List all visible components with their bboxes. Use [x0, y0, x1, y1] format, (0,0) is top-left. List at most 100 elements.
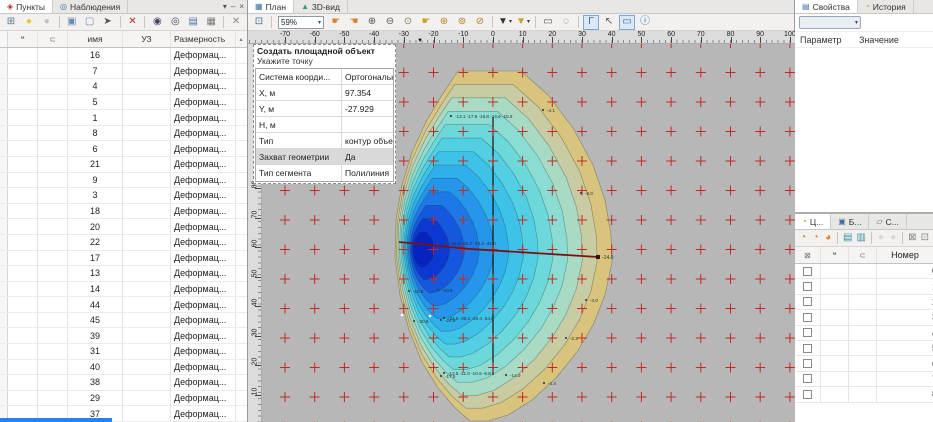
dialog-row[interactable]: H, м	[256, 117, 393, 133]
attachment-icon[interactable]: ⊂	[849, 247, 877, 263]
scroll-up-icon[interactable]: ▴	[236, 31, 246, 47]
table-row[interactable]: 29Деформац...	[0, 391, 247, 407]
comment-icon[interactable]: ❝	[8, 31, 38, 47]
zoom-in-icon[interactable]: ⊕	[364, 15, 380, 30]
select-rect-icon[interactable]: ▭	[540, 15, 556, 30]
minimize-button[interactable]: –	[231, 2, 235, 11]
table-row[interactable]: 45Деформац...	[0, 313, 247, 329]
settings-tools-icon[interactable]: ✕	[228, 15, 244, 30]
tab-Б[interactable]: ▣Б...	[831, 214, 869, 229]
table-row[interactable]: 3Деформац...	[0, 188, 247, 204]
table-row[interactable]: 17Деформац...	[0, 251, 247, 267]
select-lasso-icon[interactable]: ◌	[558, 15, 574, 30]
table-row[interactable]: 7Деформац...	[0, 64, 247, 80]
cycle-icon[interactable]: ◔	[798, 231, 808, 246]
cycle-row[interactable]: 4	[795, 326, 933, 341]
filter-settings-icon[interactable]: ▼▾	[515, 15, 531, 30]
fit-view-icon[interactable]: ⊡	[251, 15, 267, 30]
table-row[interactable]: 9Деформац...	[0, 173, 247, 189]
dialog-row[interactable]: Тип сегментаПолилиния	[256, 165, 393, 181]
dialog-row[interactable]: X, м97.354	[256, 85, 393, 101]
cycle-next-icon[interactable]: ◕	[823, 231, 833, 246]
select-all-icon[interactable]: ⊠	[795, 247, 821, 263]
cycle-row[interactable]: 7	[795, 372, 933, 387]
tab-3Dвид[interactable]: ▲3D-вид	[294, 0, 348, 13]
dialog-row[interactable]: Система коорди...Ортогональная	[256, 69, 393, 85]
snap-cursor-icon[interactable]: ↖	[601, 15, 617, 30]
dialog-row[interactable]: Y, м-27.929	[256, 101, 393, 117]
tab-План[interactable]: ▦План	[248, 0, 294, 13]
delete-icon[interactable]: ✕	[125, 15, 141, 30]
lamp-off-icon[interactable]: ●	[39, 15, 55, 30]
column-header-uz[interactable]: УЗ	[123, 31, 171, 47]
find-select-icon[interactable]: ◎	[167, 15, 183, 30]
column-header-number[interactable]: Номер	[877, 247, 933, 263]
tab-Ц[interactable]: ◔Ц...	[795, 214, 831, 229]
table-row[interactable]: 1Деформац...	[0, 110, 247, 126]
zoom-all-icon[interactable]: ⊘	[472, 15, 488, 30]
row-checkbox[interactable]	[803, 328, 812, 337]
zoom-level-combobox[interactable]: 59%▾	[278, 16, 324, 29]
table-row[interactable]: 4Деформац...	[0, 79, 247, 95]
cycle-row[interactable]: 3	[795, 310, 933, 325]
cycle-row[interactable]: 2	[795, 295, 933, 310]
select-all-icon[interactable]: ⊠	[907, 231, 917, 246]
cycle-row[interactable]: 8	[795, 387, 933, 402]
table-row[interactable]: 6Деформац...	[0, 141, 247, 157]
table-row[interactable]: 8Деформац...	[0, 126, 247, 142]
filter-icon[interactable]: ▼▾	[497, 15, 513, 30]
layer-up-icon[interactable]: ▤	[842, 231, 853, 246]
attachment-icon[interactable]: ⊂	[38, 31, 68, 47]
table-row[interactable]: 40Деформац...	[0, 360, 247, 376]
select-remove-icon[interactable]: ▢	[82, 15, 98, 30]
layers-select-icon[interactable]: ⊞	[3, 15, 19, 30]
table-row[interactable]: 13Деформац...	[0, 266, 247, 282]
close-button[interactable]: ×	[239, 2, 244, 11]
table-grid-icon[interactable]: ▦	[203, 15, 219, 30]
lamp-on-icon[interactable]: ●	[21, 15, 37, 30]
layer-down-icon[interactable]: ▥	[855, 231, 866, 246]
dialog-row-value[interactable]: -27.929	[342, 104, 393, 114]
pan-drag-icon[interactable]: ☛	[418, 15, 434, 30]
row-checkbox[interactable]	[803, 359, 812, 368]
info-icon[interactable]: ⓘ	[637, 15, 653, 30]
ortho-corner-icon[interactable]: Γ	[583, 15, 599, 30]
table-row[interactable]: 22Деформац...	[0, 235, 247, 251]
column-header-dimension[interactable]: Размерность	[171, 31, 236, 47]
tab-Пункты[interactable]: ◈Пункты	[0, 0, 53, 13]
tab-Свойства[interactable]: ▤Свойства	[795, 0, 858, 13]
row-checkbox[interactable]	[803, 267, 812, 276]
lamp-off-icon[interactable]: ●	[888, 231, 898, 246]
pin-button[interactable]: ▾	[223, 2, 227, 11]
row-checkbox[interactable]	[803, 344, 812, 353]
column-header-name[interactable]: имя	[68, 31, 123, 47]
select-add-icon[interactable]: ▣	[64, 15, 80, 30]
horizontal-scrollbar[interactable]	[0, 418, 112, 422]
dialog-row-value[interactable]: Да	[342, 152, 393, 162]
dialog-row[interactable]: Захват геометрииДа	[256, 149, 393, 165]
frame-icon[interactable]: ▭	[619, 15, 635, 30]
lamp-on-icon[interactable]: ●	[876, 231, 886, 246]
table-row[interactable]: 18Деформац...	[0, 204, 247, 220]
row-checkbox[interactable]	[803, 313, 812, 322]
filter-combobox[interactable]: ▾	[799, 16, 861, 29]
table-row[interactable]: 31Деформац...	[0, 344, 247, 360]
cycle-row[interactable]: 5	[795, 341, 933, 356]
properties-form-icon[interactable]: ▤	[185, 15, 201, 30]
cycle-row[interactable]: 0	[795, 264, 933, 279]
tab-Наблюдения[interactable]: ◎Наблюдения	[53, 0, 128, 13]
select-cursor-icon[interactable]: ➤	[100, 15, 116, 30]
zoom-points-icon[interactable]: ⊚	[454, 15, 470, 30]
pan-hand-icon[interactable]: ☛	[328, 15, 344, 30]
pan-realtime-icon[interactable]: ☚	[346, 15, 362, 30]
comment-icon[interactable]: ❝	[821, 247, 849, 263]
dialog-row-value[interactable]: 97.354	[342, 88, 393, 98]
table-row[interactable]: 20Деформац...	[0, 219, 247, 235]
cycle-row[interactable]: 6	[795, 356, 933, 371]
table-row[interactable]: 14Деформац...	[0, 282, 247, 298]
table-row[interactable]: 16Деформац...	[0, 48, 247, 64]
zoom-selected-icon[interactable]: ⊛	[436, 15, 452, 30]
select-none-icon[interactable]: ⊡	[920, 231, 930, 246]
profile-line-end-marker[interactable]	[596, 255, 600, 259]
zoom-out-icon[interactable]: ⊖	[382, 15, 398, 30]
